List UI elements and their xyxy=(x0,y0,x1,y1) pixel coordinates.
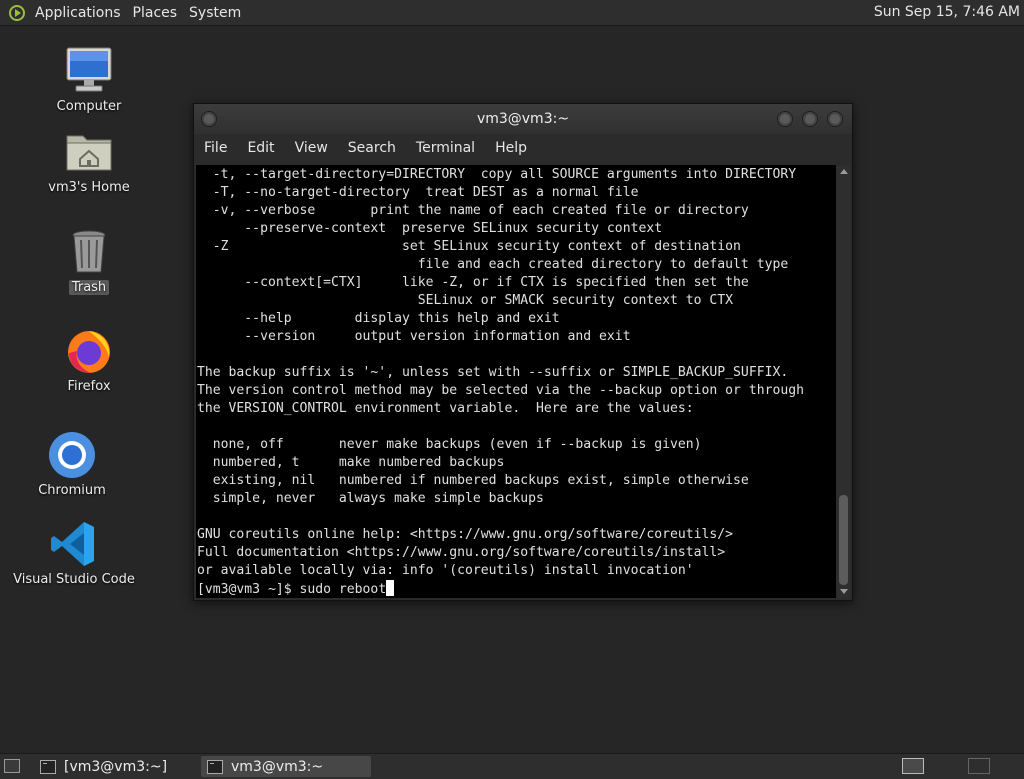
terminal-icon xyxy=(207,759,223,774)
window-title: vm3@vm3:~ xyxy=(476,111,570,127)
terminal-line: --preserve-context preserve SELinux secu… xyxy=(197,221,663,236)
window-titlebar[interactable]: vm3@vm3:~ xyxy=(194,104,852,134)
terminal-line: or available locally via: info '(coreuti… xyxy=(197,563,694,578)
workspace-1-button[interactable] xyxy=(902,758,924,774)
places-menu[interactable]: Places xyxy=(127,5,184,21)
terminal-line: SELinux or SMACK security context to CTX xyxy=(197,293,734,308)
desktop-icon-firefox[interactable]: Firefox xyxy=(24,325,154,394)
trash-icon xyxy=(72,230,106,273)
terminal-line: none, off never make backups (even if --… xyxy=(197,437,702,452)
terminal-icon xyxy=(40,759,56,774)
desktop-icon-label: vm3's Home xyxy=(48,180,130,195)
desktop-icon-computer[interactable]: Computer xyxy=(24,45,154,114)
terminal-line: numbered, t make numbered backups xyxy=(197,455,505,470)
taskbar-item-label: [vm3@vm3:~] xyxy=(64,758,168,775)
terminal-line: the VERSION_CONTROL environment variable… xyxy=(197,401,694,416)
terminal-window[interactable]: vm3@vm3:~ File Edit View Search Terminal… xyxy=(193,103,853,601)
menu-help[interactable]: Help xyxy=(489,140,537,156)
terminal-line: --context[=CTX] like -Z, or if CTX is sp… xyxy=(197,275,749,290)
scroll-down-arrow-icon[interactable] xyxy=(840,589,848,594)
computer-icon xyxy=(66,47,112,92)
terminal-line: Full documentation <https://www.gnu.org/… xyxy=(197,545,726,560)
terminal-line: -v, --verbose print the name of each cre… xyxy=(197,203,749,218)
terminal-line: --version output version information and… xyxy=(197,329,631,344)
taskbar-item-terminal-1[interactable]: [vm3@vm3:~] xyxy=(34,756,200,777)
desktop-icon-home[interactable]: vm3's Home xyxy=(24,126,154,195)
desktop-icon-label: Chromium xyxy=(38,483,106,498)
desktop-icon-label: Trash xyxy=(68,280,110,295)
show-desktop-icon[interactable] xyxy=(4,759,20,773)
desktop-icon-label: Computer xyxy=(56,99,122,114)
desktop-icon-vscode[interactable]: Visual Studio Code xyxy=(9,518,139,587)
terminal-line: -Z set SELinux security context of desti… xyxy=(197,239,741,254)
system-menu[interactable]: System xyxy=(183,5,247,21)
terminal-line: existing, nil numbered if numbered backu… xyxy=(197,473,749,488)
terminal-line: The backup suffix is '~', unless set wit… xyxy=(197,365,789,380)
menu-terminal[interactable]: Terminal xyxy=(410,140,485,156)
terminal-text: -t, --target-directory=DIRECTORY copy al… xyxy=(196,165,836,598)
text-cursor xyxy=(386,580,395,596)
shell-prompt: [vm3@vm3 ~]$ xyxy=(197,582,300,597)
terminal-output-area[interactable]: -t, --target-directory=DIRECTORY copy al… xyxy=(196,165,836,598)
menu-search[interactable]: Search xyxy=(342,140,406,156)
workspace-2-button[interactable] xyxy=(968,758,990,774)
clock[interactable]: Sun Sep 15, 7:46 AM xyxy=(874,4,1020,20)
taskbar-item-label: vm3@vm3:~ xyxy=(231,758,324,775)
desktop-icon-label: Visual Studio Code xyxy=(13,572,135,587)
vscode-icon xyxy=(51,522,94,566)
bottom-panel: [vm3@vm3:~] vm3@vm3:~ xyxy=(0,753,1024,779)
terminal-line: --help display this help and exit xyxy=(197,311,560,326)
close-button[interactable] xyxy=(827,111,843,127)
menu-file[interactable]: File xyxy=(198,140,237,156)
terminal-line: file and each created directory to defau… xyxy=(197,257,789,272)
firefox-icon xyxy=(68,331,110,373)
applications-menu[interactable]: Applications xyxy=(29,5,127,21)
scroll-up-arrow-icon[interactable] xyxy=(840,169,848,174)
taskbar-item-terminal-2[interactable]: vm3@vm3:~ xyxy=(201,756,371,777)
minimize-button[interactable] xyxy=(777,111,793,127)
desktop-icon-label: Firefox xyxy=(67,379,111,394)
terminal-menubar: File Edit View Search Terminal Help xyxy=(194,134,852,162)
top-panel: Applications Places System Sun Sep 15, 7… xyxy=(0,0,1024,26)
home-folder-icon xyxy=(66,135,112,171)
chromium-icon xyxy=(49,432,95,478)
terminal-line: GNU coreutils online help: <https://www.… xyxy=(197,527,734,542)
terminal-line: The version control method may be select… xyxy=(197,383,804,398)
scrollbar-thumb[interactable] xyxy=(839,495,848,585)
command-input[interactable]: sudo reboot xyxy=(299,582,386,597)
applications-logo-icon[interactable] xyxy=(9,4,25,21)
menu-view[interactable]: View xyxy=(289,140,338,156)
menu-edit[interactable]: Edit xyxy=(241,140,284,156)
desktop-icon-chromium[interactable]: Chromium xyxy=(7,429,137,498)
terminal-line: -t, --target-directory=DIRECTORY copy al… xyxy=(197,167,797,182)
terminal-line: simple, never always make simple backups xyxy=(197,491,544,506)
desktop-icon-trash[interactable]: Trash xyxy=(24,226,154,295)
terminal-scrollbar[interactable] xyxy=(837,165,850,598)
maximize-button[interactable] xyxy=(802,111,818,127)
terminal-line: -T, --no-target-directory treat DEST as … xyxy=(197,185,639,200)
